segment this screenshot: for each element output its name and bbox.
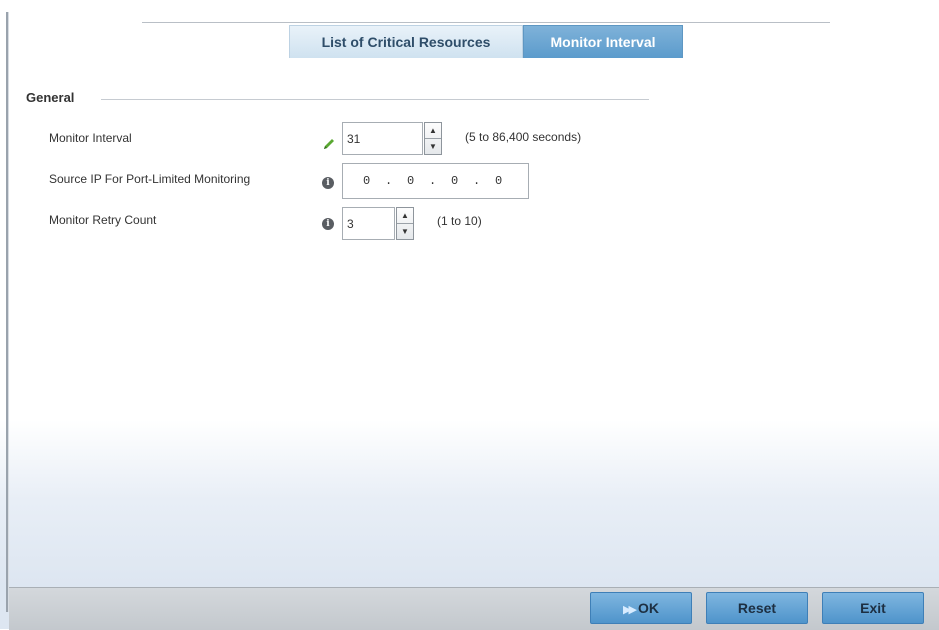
dialog-frame — [0, 0, 939, 629]
retry-count-range: (1 to 10) — [437, 214, 482, 228]
monitor-interval-spinner[interactable]: ▲ ▼ — [424, 122, 442, 155]
ok-button[interactable]: ▶▶ OK — [590, 592, 692, 624]
exit-button[interactable]: Exit — [822, 592, 924, 624]
tab-monitor-interval[interactable]: Monitor Interval — [523, 25, 683, 58]
ip-octet-2[interactable]: 0 — [407, 174, 414, 188]
tab-list-of-critical-resources[interactable]: List of Critical Resources — [289, 25, 523, 58]
monitor-interval-value[interactable] — [343, 123, 422, 154]
monitor-interval-input[interactable] — [342, 122, 423, 155]
source-ip-label: Source IP For Port-Limited Monitoring — [49, 172, 251, 186]
fast-forward-icon: ▶▶ — [623, 604, 637, 616]
retry-count-label: Monitor Retry Count — [49, 213, 157, 227]
retry-count-spinner[interactable]: ▲ ▼ — [396, 207, 414, 240]
ip-dot-2: . — [429, 174, 437, 188]
reset-button[interactable]: Reset — [706, 592, 808, 624]
group-title-general: General — [26, 90, 75, 105]
ip-octet-3[interactable]: 0 — [451, 174, 458, 188]
spinner-up-icon[interactable]: ▲ — [425, 123, 441, 139]
spinner-up-icon[interactable]: ▲ — [397, 208, 413, 224]
retry-count-value[interactable] — [343, 208, 394, 239]
pencil-icon — [324, 139, 334, 149]
spinner-down-icon[interactable]: ▼ — [397, 224, 413, 240]
ip-octet-4[interactable]: 0 — [495, 174, 502, 188]
ip-octet-1[interactable]: 0 — [363, 174, 370, 188]
spinner-down-icon[interactable]: ▼ — [425, 139, 441, 155]
monitor-interval-label: Monitor Interval — [49, 131, 132, 145]
retry-count-input[interactable] — [342, 207, 395, 240]
group-divider — [101, 99, 649, 100]
window-edge-highlight — [8, 12, 9, 612]
ip-dot-1: . — [385, 174, 393, 188]
ok-button-label: OK — [637, 600, 659, 616]
monitor-interval-range: (5 to 86,400 seconds) — [465, 130, 582, 144]
ip-dot-3: . — [473, 174, 481, 188]
info-icon: i — [322, 218, 334, 230]
info-icon: i — [322, 177, 334, 189]
source-ip-input[interactable]: 0 . 0 . 0 . 0 — [342, 163, 529, 199]
tab-divider-line — [142, 22, 830, 23]
tab-monitor-interval-label: Monitor Interval — [550, 34, 656, 50]
tab-bar: List of Critical Resources Monitor Inter… — [289, 25, 683, 59]
